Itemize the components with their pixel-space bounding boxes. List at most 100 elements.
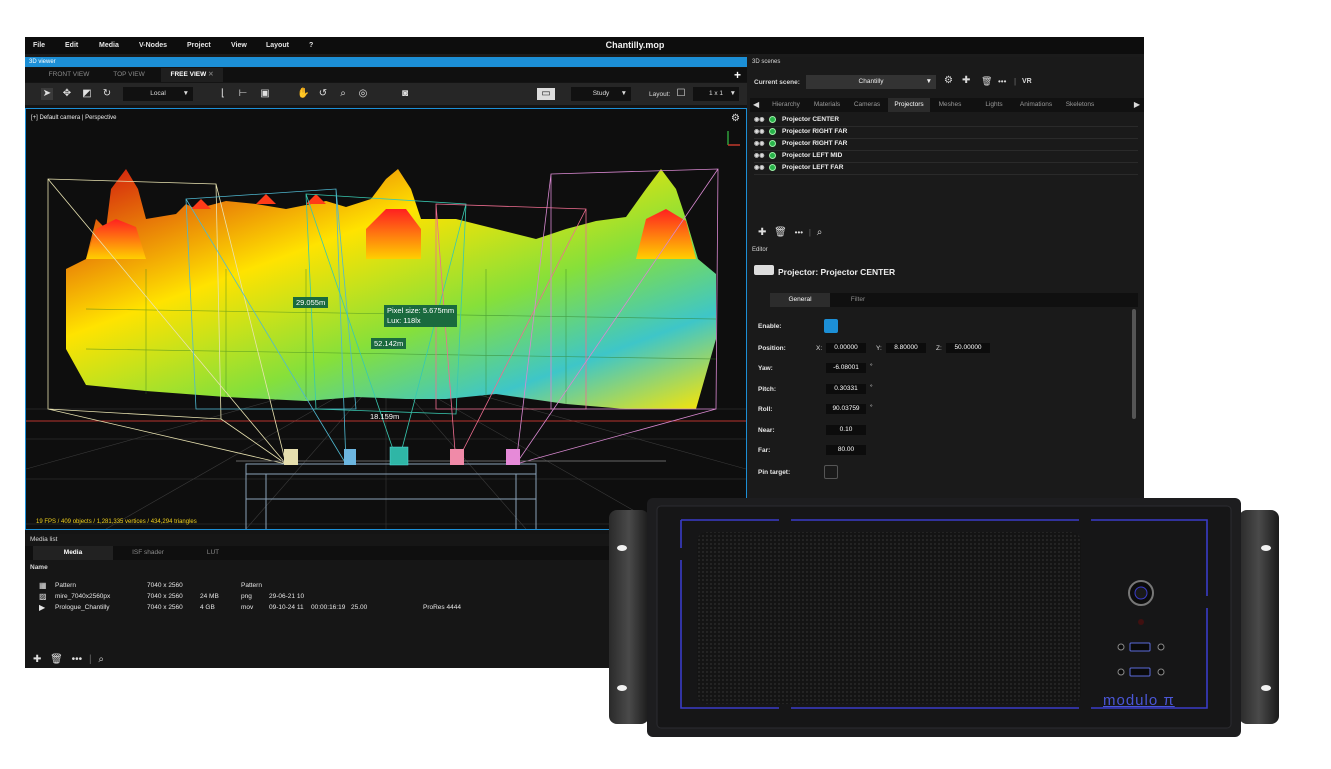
snap-corner-icon[interactable]: ⌊	[217, 88, 229, 100]
tab-materials[interactable]: Materials	[808, 98, 846, 112]
tab-hierarchy[interactable]: Hierarchy	[766, 98, 806, 112]
pin-target-checkbox[interactable]	[824, 465, 838, 479]
tab-free-view[interactable]: FREE VIEW ✕	[161, 68, 223, 82]
move-icon[interactable]: ✥	[61, 88, 73, 100]
eye-icon[interactable]: ◉◉	[754, 128, 764, 135]
search-icon[interactable]: ⌕	[98, 654, 104, 665]
gear-icon[interactable]: ⚙	[944, 75, 953, 86]
eye-icon[interactable]: ◉◉	[754, 116, 764, 123]
enabled-indicator[interactable]	[769, 152, 776, 159]
enable-checkbox[interactable]	[824, 319, 838, 333]
z-label: Z:	[936, 345, 942, 352]
projector-row[interactable]: ◉◉ Projector LEFT MID	[754, 151, 1138, 163]
menu-edit[interactable]: Edit	[65, 42, 78, 49]
pitch-input[interactable]: 0.30331	[826, 384, 866, 394]
more-icon[interactable]: •••	[998, 77, 1006, 86]
position-x-input[interactable]: 0.00000	[826, 343, 866, 353]
layout-label: Layout:	[649, 91, 671, 98]
rotate-icon[interactable]: ↻	[101, 88, 113, 100]
eye-icon[interactable]: ◉◉	[754, 140, 764, 147]
eye-icon[interactable]: ◉◉	[754, 152, 764, 159]
roll-input[interactable]: 90.03759	[826, 404, 866, 414]
trash-icon[interactable]: 🗑	[774, 227, 787, 238]
eye-icon[interactable]: ◉◉	[754, 164, 764, 171]
tab-media[interactable]: Media	[33, 546, 113, 560]
column-name[interactable]: Name	[30, 564, 48, 571]
projector-row[interactable]: ◉◉ Projector RIGHT FAR	[754, 127, 1138, 139]
chevron-left-icon[interactable]: ◀	[753, 100, 759, 109]
annotate-icon[interactable]: ▣	[259, 88, 271, 100]
x-label: X:	[816, 345, 823, 352]
add-icon[interactable]: ✚	[962, 75, 970, 86]
tab-isf-shader[interactable]: ISF shader	[113, 546, 183, 560]
divider: |	[88, 654, 92, 665]
scale-icon[interactable]: ◩	[81, 88, 93, 100]
tab-projectors[interactable]: Projectors	[888, 98, 930, 112]
position-y-input[interactable]: 8.80000	[886, 343, 926, 353]
tab-general[interactable]: General	[770, 293, 830, 307]
more-icon[interactable]: •••	[72, 654, 83, 665]
media-res: 7040 x 2560	[147, 604, 183, 611]
menu-file[interactable]: File	[33, 42, 45, 49]
projector-row[interactable]: ◉◉ Projector LEFT FAR	[754, 163, 1138, 175]
current-scene-label: Current scene:	[754, 79, 800, 86]
near-input[interactable]: 0.10	[826, 425, 866, 435]
search-icon[interactable]: ⌕	[817, 227, 823, 238]
menu-help[interactable]: ?	[309, 42, 313, 49]
menu-media[interactable]: Media	[99, 42, 119, 49]
menu-v-nodes[interactable]: V-Nodes	[139, 42, 167, 49]
tab-cameras[interactable]: Cameras	[848, 98, 886, 112]
space-mode-dropdown[interactable]: Local ▼	[123, 87, 193, 101]
chevron-right-icon[interactable]: ▶	[1134, 100, 1140, 109]
tab-meshes[interactable]: Meshes	[932, 98, 968, 112]
orbit-icon[interactable]: ↺	[317, 88, 329, 100]
scene-dropdown[interactable]: Chantilly ▼	[806, 75, 936, 89]
tab-front-view[interactable]: FRONT VIEW	[39, 68, 99, 82]
trash-icon[interactable]: 🗑	[50, 654, 63, 665]
camera-icon[interactable]: ◙	[399, 88, 411, 100]
projector-row[interactable]: ◉◉ Projector CENTER	[754, 115, 1138, 127]
enabled-indicator[interactable]	[769, 140, 776, 147]
layout-dropdown[interactable]: 1 x 1 ▼	[693, 87, 739, 101]
viewer-panel: 3D viewer FRONT VIEW TOP VIEW FREE VIEW …	[25, 57, 747, 540]
tab-top-view[interactable]: TOP VIEW	[101, 68, 157, 82]
camera-label[interactable]: [+] Default camera | Perspective	[31, 115, 116, 121]
tab-animations[interactable]: Animations	[1014, 98, 1058, 112]
enabled-indicator[interactable]	[769, 128, 776, 135]
layout-square-icon[interactable]: ☐	[675, 88, 687, 100]
vr-button[interactable]: VR	[1022, 78, 1032, 85]
viewport-3d[interactable]: [+] Default camera | Perspective ⚙ 29.05…	[25, 108, 747, 530]
enabled-indicator[interactable]	[769, 164, 776, 171]
tab-filter[interactable]: Filter	[830, 293, 886, 307]
far-input[interactable]: 80.00	[826, 445, 866, 455]
add-tab-button[interactable]: +	[734, 68, 741, 82]
menu-layout[interactable]: Layout	[266, 42, 289, 49]
editor-scrollbar[interactable]	[1132, 309, 1136, 419]
select-arrow-icon[interactable]: ➤	[41, 88, 53, 100]
menu-project[interactable]: Project	[187, 42, 211, 49]
tab-lut[interactable]: LUT	[183, 546, 243, 560]
pan-hand-icon[interactable]: ✋	[297, 88, 309, 100]
study-dropdown[interactable]: Study ▼	[571, 87, 631, 101]
more-icon[interactable]: •••	[795, 228, 803, 237]
zoom-icon[interactable]: ⌕	[337, 88, 349, 100]
focus-icon[interactable]: ◎	[357, 88, 369, 100]
projector-view-icon[interactable]: ▭	[537, 88, 555, 100]
menu-view[interactable]: View	[231, 42, 247, 49]
add-icon[interactable]: ✚	[758, 227, 766, 238]
tab-skeletons[interactable]: Skeletons	[1060, 98, 1100, 112]
media-date: 09-10-24 11	[269, 604, 304, 611]
tab-lights[interactable]: Lights	[976, 98, 1012, 112]
yaw-unit: °	[870, 363, 873, 370]
position-z-input[interactable]: 50.00000	[946, 343, 990, 353]
yaw-input[interactable]: -6.08001	[826, 363, 866, 373]
trash-icon[interactable]: 🗑	[981, 76, 992, 87]
close-icon[interactable]: ✕	[208, 71, 213, 78]
gear-icon[interactable]: ⚙	[731, 113, 740, 124]
enabled-indicator[interactable]	[769, 116, 776, 123]
projector-name: Projector LEFT FAR	[782, 164, 844, 171]
projector-row[interactable]: ◉◉ Projector RIGHT FAR	[754, 139, 1138, 151]
measure-icon[interactable]: ⊢	[237, 88, 249, 100]
add-icon[interactable]: ✚	[33, 654, 41, 665]
lux-text: Lux: 118lx	[387, 316, 421, 325]
